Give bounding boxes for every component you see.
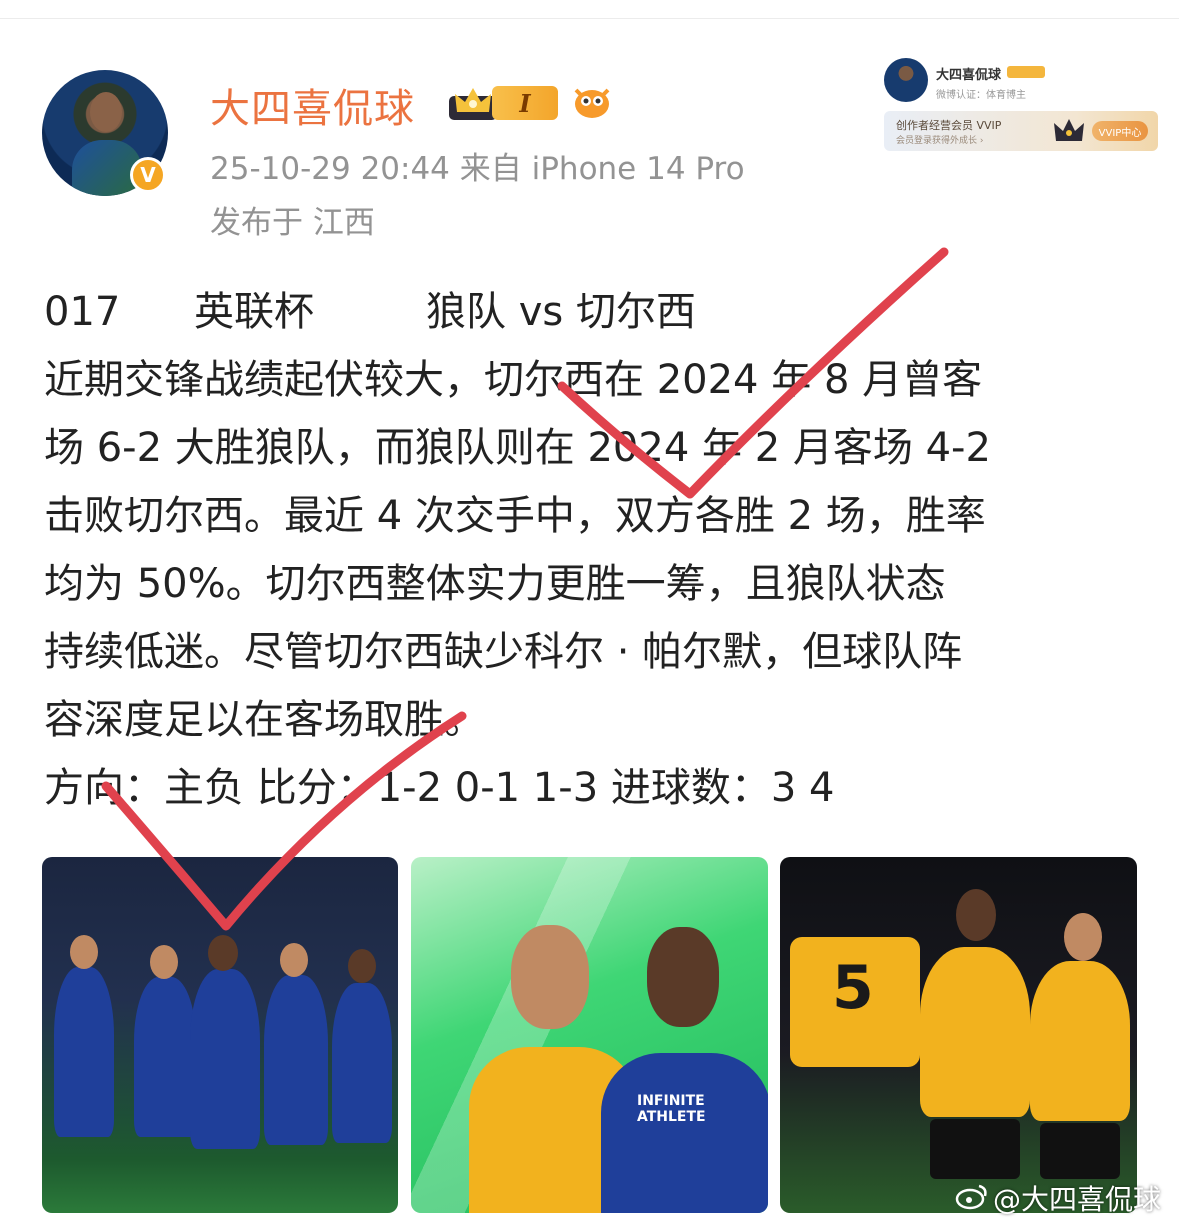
level-badge[interactable]: I	[492, 86, 558, 120]
verified-badge-icon: V	[130, 157, 166, 193]
vvip-center-button[interactable]: VVIP中心	[1092, 121, 1148, 141]
post-image-wolves-celebration[interactable]: 5	[780, 857, 1137, 1213]
vvip-banner[interactable]: 创作者经营会员 VVIP 会员登录获得外成长 › VVIP中心	[884, 111, 1158, 151]
body-line: 近期交锋战绩起伏较大，切尔西在 2024 年 8 月曾客	[44, 357, 983, 403]
vvip-crown-icon	[1054, 119, 1084, 141]
vvip-title: 创作者经营会员 VVIP	[896, 119, 1002, 132]
prediction-line: 方向：主负 比分：1-2 0-1 1-3 进球数：3 4	[44, 765, 835, 811]
post-image-chelsea-celebration[interactable]	[42, 857, 398, 1213]
post-image-players-promo[interactable]: INFINITE ATHLETE	[411, 857, 768, 1213]
mini-avatar	[884, 58, 928, 102]
mini-username: 大四喜侃球	[936, 68, 1002, 83]
post-meta: 25-10-29 20:44 来自 iPhone 14 Pro	[210, 151, 745, 187]
match-code: 017	[44, 289, 121, 335]
body-line: 场 6-2 大胜狼队，而狼队则在 2024 年 2 月客场 4-2	[44, 425, 991, 471]
mini-level-tag	[1007, 66, 1045, 78]
weibo-watermark: @大四喜侃球	[993, 1183, 1162, 1216]
body-line: 持续低迷。尽管切尔西缺少科尔 · 帕尔默，但球队阵	[44, 629, 963, 675]
username[interactable]: 大四喜侃球	[210, 76, 415, 134]
body-line: 容深度足以在客场取胜。	[44, 697, 484, 743]
top-divider	[0, 18, 1179, 19]
fish-badge-icon[interactable]	[570, 82, 614, 122]
match-header: 017 英联杯 狼队 vs 切尔西	[44, 278, 1144, 346]
post-body: 017 英联杯 狼队 vs 切尔西 近期交锋战绩起伏较大，切尔西在 2024 年 8…	[44, 278, 1144, 822]
match-teams: 狼队 vs 切尔西	[426, 289, 696, 335]
match-competition: 英联杯	[194, 289, 314, 335]
mini-subtitle: 微博认证：体育博主	[936, 90, 1026, 101]
body-line: 均为 50%。切尔西整体实力更胜一筹，且狼队状态	[44, 561, 946, 607]
body-line: 击败切尔西。最近 4 次交手中，双方各胜 2 场，胜率	[44, 493, 986, 539]
weibo-logo-icon	[955, 1184, 987, 1210]
post-location: 发布于 江西	[210, 205, 375, 241]
vvip-subtitle: 会员登录获得外成长 ›	[896, 136, 984, 146]
